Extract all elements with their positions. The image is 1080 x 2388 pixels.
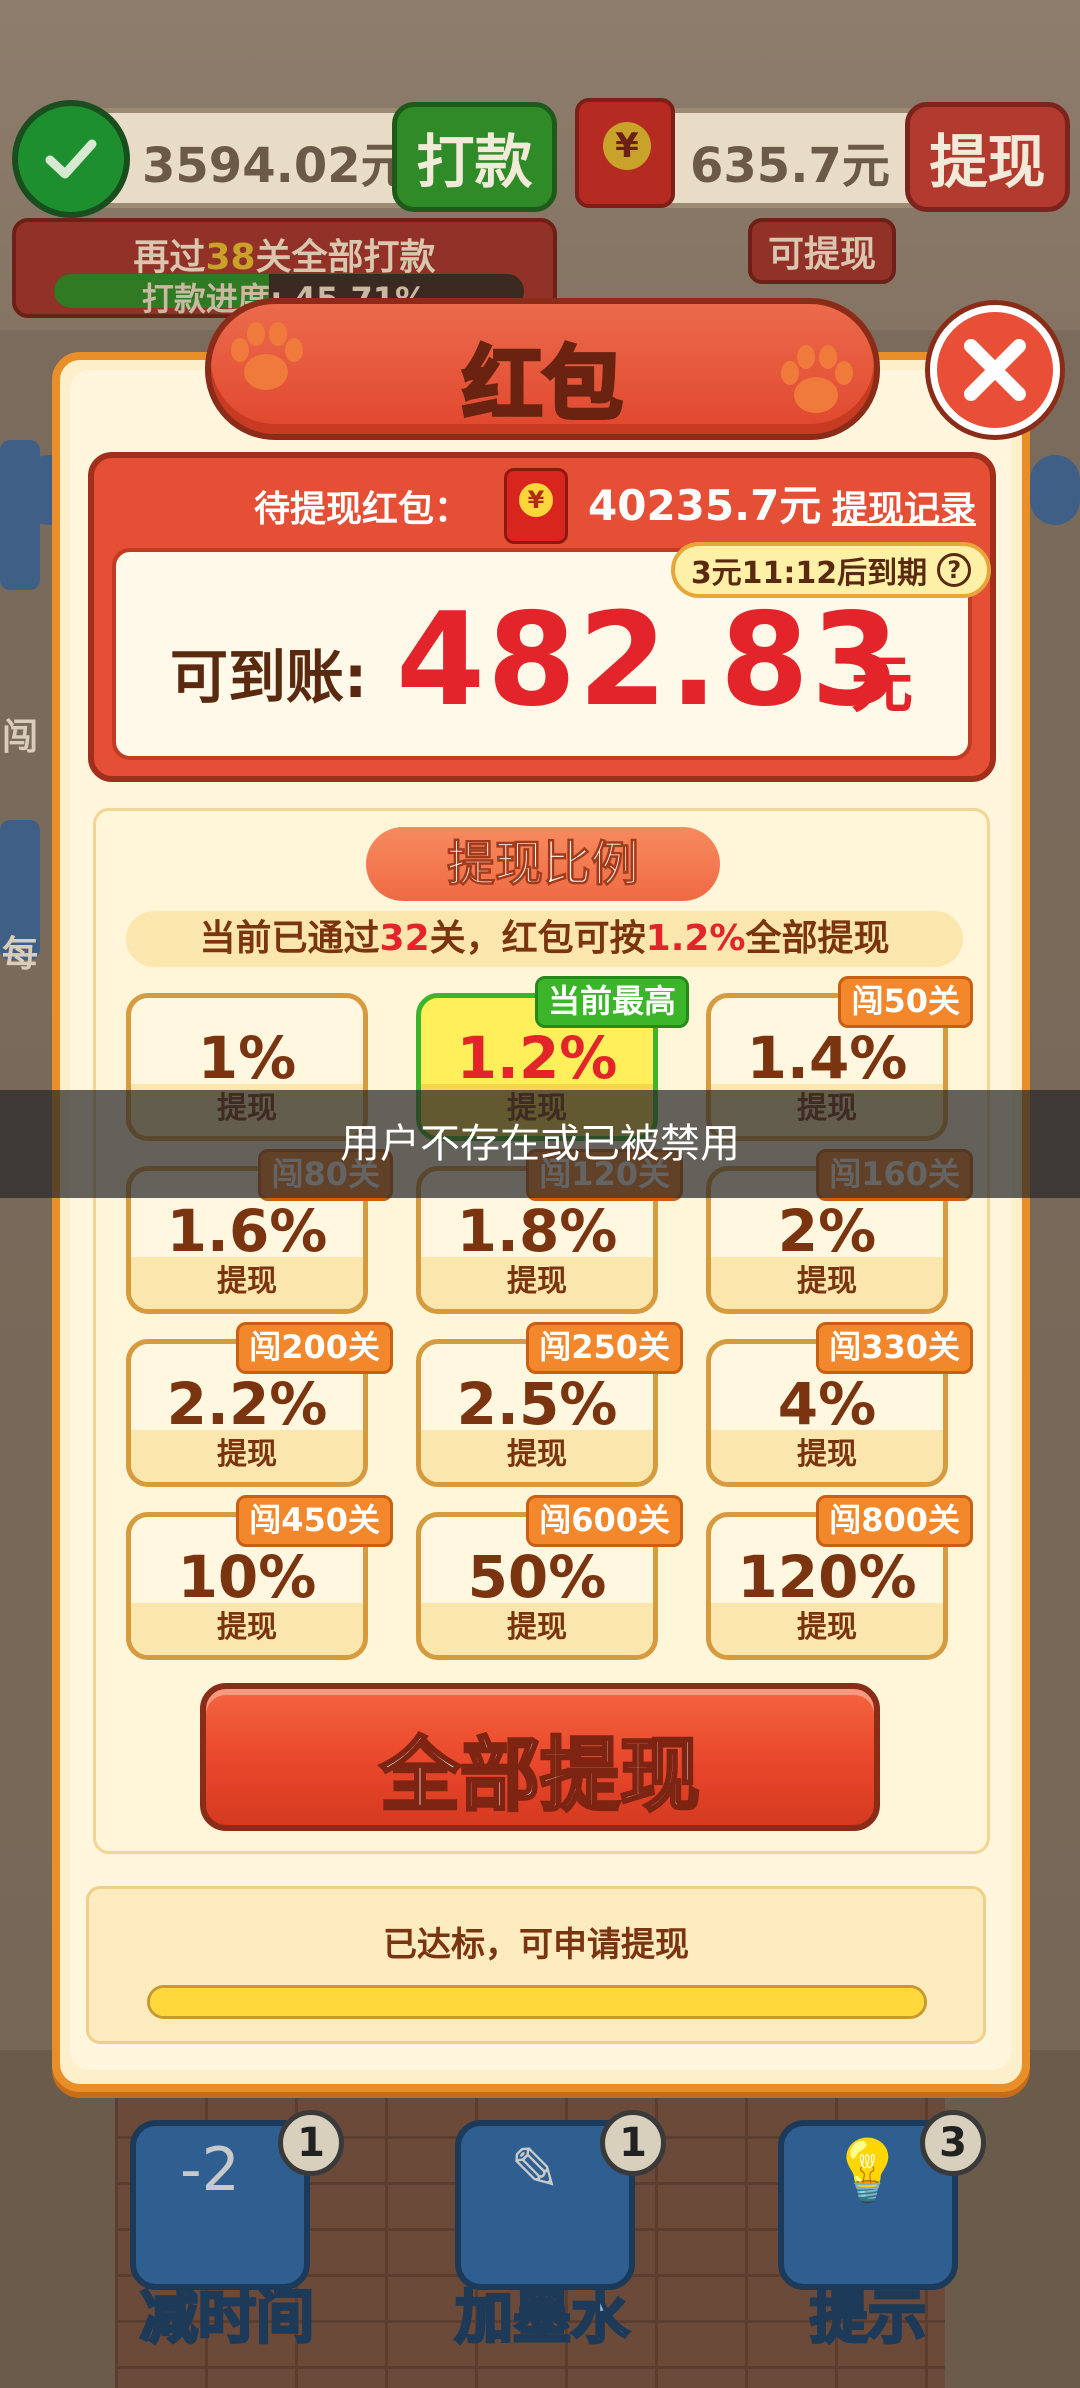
ratio-withdraw-label: 提现 [421,1603,653,1655]
tool-label: 提示 [808,2282,927,2353]
arrive-label: 可到账: [170,643,368,711]
paw-icon [781,345,853,413]
ratio-title: 提现比例 [366,827,720,901]
arrive-amount-box: 3元11:12后到期 ? 可到账: 482.83 元 [112,542,991,760]
reach-progress-fill [150,1988,924,2016]
ratio-withdraw-label: 提现 [421,1257,653,1309]
ratio-percent: 2.5% [456,1370,618,1438]
toast-text: 用户不存在或已被禁用 [340,1121,740,1167]
paw-icon [231,322,303,390]
ratio-percent: 1.6% [166,1197,328,1265]
tool-count-badge: 3 [920,2110,986,2176]
pending-label: 待提现红包： [254,489,471,530]
ratio-percent: 1.8% [456,1197,618,1265]
ratio-withdraw-label: 提现 [131,1257,363,1309]
arrive-amount: 482.83 [396,586,902,735]
ratio-percent: 2% [777,1197,877,1265]
ratio-description: 当前已通过32关，红包可按1.2%全部提现 [126,911,963,967]
level-requirement-tag: 闯250关 [526,1322,683,1374]
amount-card: 待提现红包： 40235.7元 提现记录 3元11:12后到期 ? 可到账: 4… [88,452,996,782]
levels-remaining-text: 再过38关全部打款 [133,237,436,278]
top-withdraw-button[interactable]: 提现 [905,102,1070,212]
tool-count-badge: 1 [278,2110,344,2176]
ratio-cell[interactable]: 10% 提现 闯450关 [126,1495,393,1660]
withdraw-all-label: 全部提现 [379,1728,702,1824]
side-round-button-right [1030,455,1080,525]
help-icon: ? [937,553,972,587]
ratio-percent: 4% [777,1370,877,1438]
ratio-percent: 1.2% [456,1024,618,1092]
ratio-withdraw-label: 提现 [711,1603,943,1655]
wechat-amount: 3594.02元 [142,138,409,194]
ratio-withdraw-label: 提现 [421,1430,653,1482]
level-requirement-tag: 闯200关 [236,1322,393,1374]
side-text-2: 每 [2,934,39,975]
close-icon [964,339,1026,401]
withdraw-record-link[interactable]: 提现记录 [832,480,976,532]
level-requirement-tag: 闯450关 [236,1495,393,1547]
red-envelope-icon [504,468,568,544]
level-requirement-tag: 闯330关 [816,1322,973,1374]
ratio-percent: 120% [737,1543,917,1611]
pay-button[interactable]: 打款 [392,102,557,212]
ratio-cell[interactable]: 2.5% 提现 闯250关 [416,1322,683,1487]
level-requirement-tag: 闯50关 [838,976,973,1028]
ratio-cell[interactable]: 4% 提现 闯330关 [706,1322,973,1487]
withdrawable-badge: 可提现 [748,218,896,284]
reach-status-text: 已达标，可申请提现 [383,1925,689,1965]
level-requirement-tag: 闯600关 [526,1495,683,1547]
current-best-tag: 当前最高 [534,976,689,1028]
ratio-cell[interactable]: 50% 提现 闯600关 [416,1495,683,1660]
arrive-unit: 元 [851,648,914,721]
ratio-cell[interactable]: 2.2% 提现 闯200关 [126,1322,393,1487]
alarm-clock-icon: -2 [180,2135,240,2205]
wechat-icon [12,100,130,218]
close-button[interactable] [930,305,1060,435]
ratio-percent: 1% [197,1024,297,1092]
side-text-1: 闯 [2,717,39,758]
tool-count-badge: 1 [600,2110,666,2176]
tool-label: 减时间 [138,2282,315,2353]
withdraw-all-button[interactable]: 全部提现 [200,1683,880,1831]
toast-message: 用户不存在或已被禁用 [0,1090,1080,1198]
red-envelope-icon [575,98,675,208]
level-requirement-tag: 闯800关 [816,1495,973,1547]
ratio-withdraw-label: 提现 [711,1430,943,1482]
pencil-icon: ✎ [510,2135,561,2205]
pending-amount: 40235.7元 [588,481,822,530]
tool-label: 加墨水 [453,2282,630,2353]
ratio-percent: 50% [467,1543,607,1611]
ratio-percent: 1.4% [746,1024,908,1092]
ratio-percent: 10% [177,1543,317,1611]
ratio-cell[interactable]: 120% 提现 闯800关 [706,1495,973,1660]
ratio-withdraw-label: 提现 [711,1257,943,1309]
reach-progress-bar [147,1985,927,2019]
ratio-percent: 2.2% [166,1370,328,1438]
ratio-withdraw-label: 提现 [131,1603,363,1655]
reach-status-box: 已达标，可申请提现 [86,1886,986,2044]
lightbulb-icon: 💡 [830,2136,905,2206]
redbag-amount: 635.7元 [690,138,890,194]
ratio-withdraw-label: 提现 [131,1430,363,1482]
